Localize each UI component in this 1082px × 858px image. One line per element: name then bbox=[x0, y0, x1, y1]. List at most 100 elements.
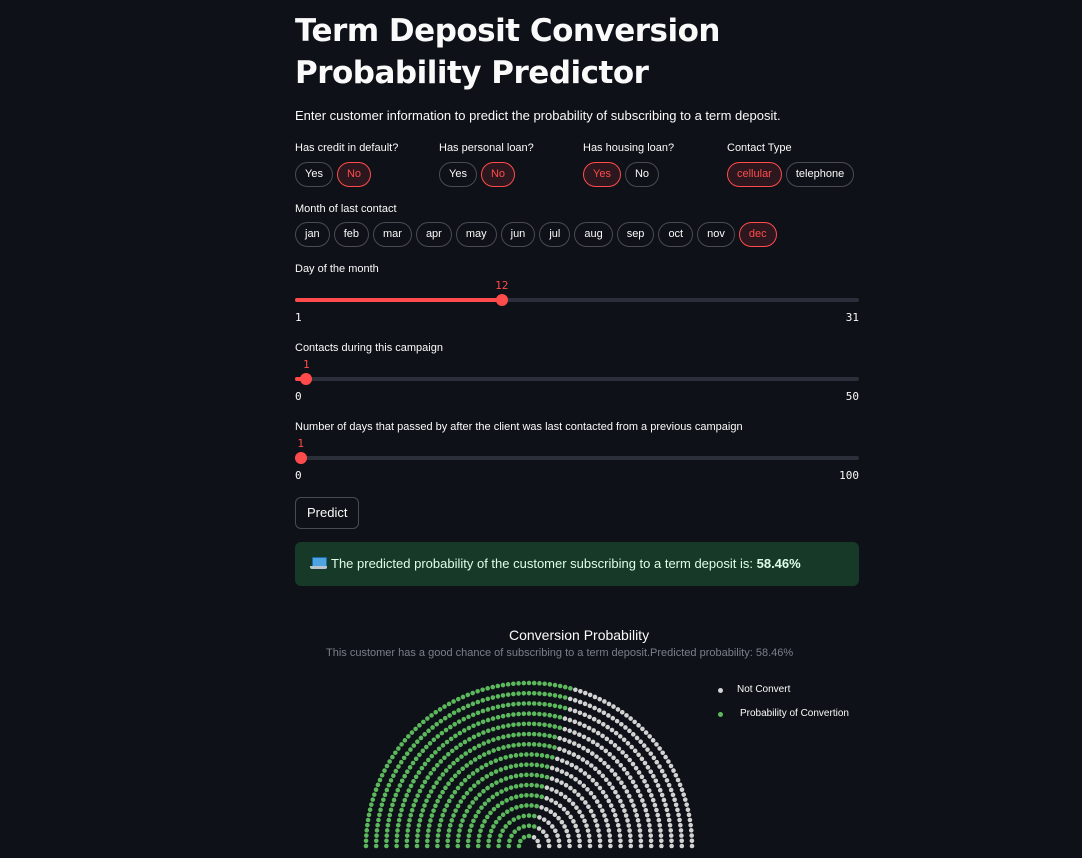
waffle-dot-not-convert bbox=[573, 776, 578, 782]
waffle-dot-convert bbox=[475, 710, 481, 716]
waffle-dot-convert bbox=[467, 828, 473, 833]
waffle-dot-not-convert bbox=[666, 759, 671, 764]
legend-convert: Probability of Convertion bbox=[740, 708, 849, 719]
waffle-dot-convert bbox=[365, 817, 371, 823]
waffle-dot-convert bbox=[503, 787, 509, 792]
waffle-dot-convert bbox=[489, 782, 495, 788]
waffle-dot-convert bbox=[468, 787, 473, 792]
waffle-dot-convert bbox=[394, 843, 399, 849]
waffle-dot-convert bbox=[400, 802, 406, 808]
waffle-dot-not-convert bbox=[642, 779, 647, 784]
waffle-dot-convert bbox=[549, 755, 555, 760]
waffle-dot-not-convert bbox=[574, 805, 579, 810]
waffle-dot-convert bbox=[407, 765, 413, 770]
waffle-dot-not-convert bbox=[635, 818, 641, 823]
waffle-dot-not-convert bbox=[595, 742, 600, 748]
waffle-dot-convert bbox=[479, 805, 484, 810]
waffle-dot-convert bbox=[516, 742, 521, 748]
waffle-dot-not-convert bbox=[582, 690, 588, 696]
waffle-dot-convert bbox=[547, 733, 552, 739]
waffle-dot-not-convert bbox=[675, 777, 681, 783]
waffle-dot-convert bbox=[470, 712, 476, 718]
waffle-dot-convert bbox=[438, 759, 444, 764]
waffle-dot-convert bbox=[516, 843, 522, 849]
waffle-dot-convert bbox=[534, 803, 539, 809]
waffle-dot-not-convert bbox=[654, 742, 659, 747]
waffle-dot-not-convert bbox=[618, 843, 623, 849]
waffle-dot-convert bbox=[524, 803, 529, 808]
waffle-dot-convert bbox=[537, 711, 542, 717]
waffle-dot-convert bbox=[401, 755, 407, 761]
waffle-dot-convert bbox=[511, 681, 516, 687]
waffle-dot-not-convert bbox=[626, 793, 632, 799]
waffle-dot-convert bbox=[461, 716, 467, 722]
waffle-dot-convert bbox=[467, 748, 473, 754]
waffle-dot-convert bbox=[431, 737, 437, 743]
waffle-dot-convert bbox=[537, 691, 542, 696]
waffle-dot-convert bbox=[503, 776, 509, 781]
waffle-dot-not-convert bbox=[614, 759, 620, 764]
waffle-dot-convert bbox=[500, 703, 506, 709]
waffle-dot-convert bbox=[542, 681, 547, 687]
waffle-dot-not-convert bbox=[596, 828, 601, 833]
waffle-dot-not-convert bbox=[648, 751, 654, 756]
waffle-dot-not-convert bbox=[628, 843, 634, 849]
waffle-dot-not-convert bbox=[664, 778, 670, 783]
waffle-dot-not-convert bbox=[601, 710, 607, 716]
waffle-dot-convert bbox=[437, 822, 443, 828]
waffle-dot-convert bbox=[464, 763, 469, 768]
waffle-dot-convert bbox=[397, 783, 403, 788]
waffle-dot-not-convert bbox=[554, 767, 560, 772]
waffle-dot-convert bbox=[448, 724, 453, 730]
waffle-dot-convert bbox=[451, 699, 456, 704]
waffle-dot-convert bbox=[459, 781, 464, 787]
waffle-dot-convert bbox=[477, 792, 482, 798]
waffle-dot-convert bbox=[531, 701, 537, 706]
waffle-dot-convert bbox=[428, 771, 434, 776]
waffle-dot-convert bbox=[489, 771, 494, 777]
waffle-dot-not-convert bbox=[607, 838, 613, 844]
waffle-dot-convert bbox=[429, 713, 434, 718]
waffle-dot-convert bbox=[408, 812, 414, 818]
waffle-dot-not-convert bbox=[634, 813, 640, 818]
waffle-dot-convert bbox=[435, 734, 441, 739]
waffle-dot-convert bbox=[521, 711, 527, 716]
waffle-dot-not-convert bbox=[614, 817, 620, 823]
waffle-dot-not-convert bbox=[563, 782, 569, 788]
waffle-dot-convert bbox=[490, 716, 496, 721]
waffle-dot-not-convert bbox=[572, 788, 577, 794]
waffle-dot-not-convert bbox=[657, 822, 663, 828]
waffle-dot-convert bbox=[504, 798, 509, 803]
waffle-dot-convert bbox=[376, 817, 381, 823]
waffle-dot-not-convert bbox=[613, 789, 618, 795]
waffle-dot-convert bbox=[414, 838, 420, 844]
waffle-dot-convert bbox=[449, 777, 455, 782]
waffle-dot-convert bbox=[445, 843, 450, 849]
waffle-dot-convert bbox=[447, 764, 453, 770]
waffle-dot-convert bbox=[460, 818, 465, 823]
waffle-dot-convert bbox=[466, 714, 471, 720]
waffle-dot-convert bbox=[506, 743, 511, 749]
waffle-dot-not-convert bbox=[625, 818, 630, 823]
waffle-dot-convert bbox=[485, 814, 490, 820]
waffle-dot-not-convert bbox=[604, 736, 610, 742]
waffle-dot-not-convert bbox=[651, 773, 656, 779]
waffle-dot-not-convert bbox=[616, 746, 622, 752]
waffle-dot-convert bbox=[534, 762, 540, 768]
waffle-dot-convert bbox=[509, 806, 515, 812]
waffle-dot-convert bbox=[552, 713, 558, 719]
waffle-dot-not-convert bbox=[616, 828, 622, 833]
legend-dot-not-convert bbox=[718, 688, 723, 693]
waffle-dot-convert bbox=[390, 802, 395, 808]
waffle-dot-convert bbox=[526, 741, 532, 747]
waffle-dot-convert bbox=[507, 838, 512, 844]
waffle-dot-not-convert bbox=[610, 785, 615, 791]
waffle-dot-convert bbox=[557, 725, 563, 731]
waffle-dot-convert bbox=[562, 684, 568, 690]
waffle-dot-not-convert bbox=[638, 793, 643, 798]
waffle-dot-convert bbox=[395, 828, 400, 833]
waffle-dot-convert bbox=[547, 682, 553, 687]
waffle-dot-not-convert bbox=[554, 778, 560, 783]
waffle-dot-not-convert bbox=[619, 780, 624, 785]
waffle-dot-not-convert bbox=[624, 789, 630, 794]
